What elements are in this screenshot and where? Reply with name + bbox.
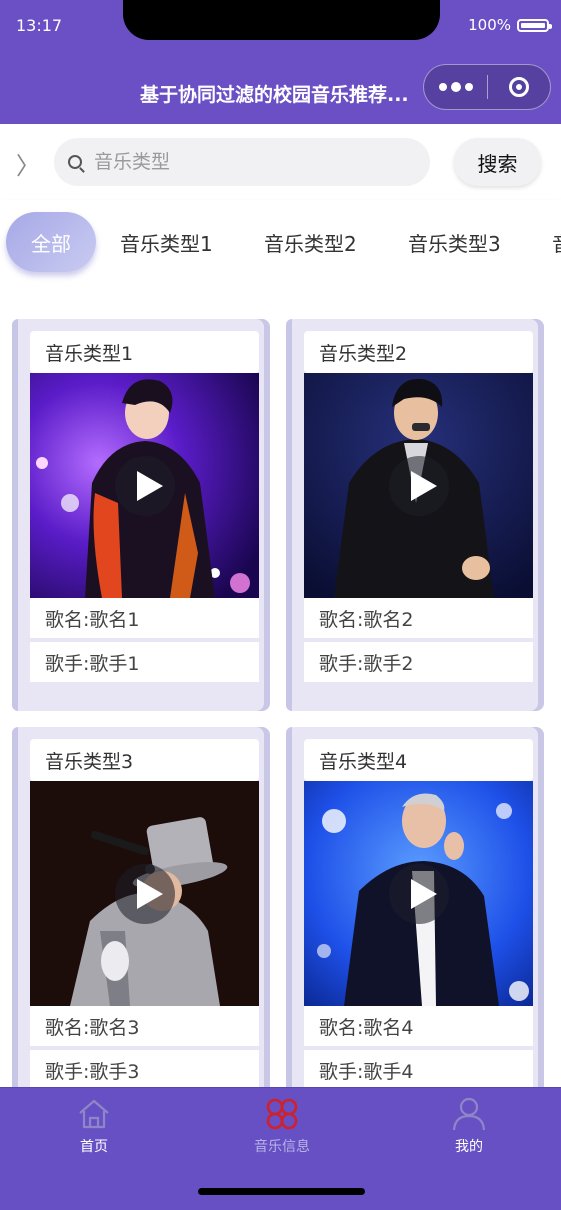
singer-photo[interactable] xyxy=(304,781,533,1006)
home-icon xyxy=(79,1099,109,1129)
card-singer-name: 歌手:歌手1 xyxy=(30,642,259,682)
user-icon xyxy=(452,1097,486,1131)
battery-icon xyxy=(517,18,552,32)
nav-item-home[interactable]: 首页 xyxy=(34,1096,154,1156)
top-bar: 13:17 100% 基于协同过滤的校园音乐推荐... xyxy=(0,0,561,124)
singer-photo[interactable] xyxy=(304,373,533,598)
card-genre: 音乐类型3 xyxy=(30,739,259,781)
card-genre: 音乐类型2 xyxy=(304,331,533,373)
music-card[interactable]: 音乐类型4 歌名:歌名4 歌手:歌手4 xyxy=(286,727,544,1088)
card-singer-name: 歌手:歌手4 xyxy=(304,1050,533,1088)
tab-genre-4[interactable]: 音乐类型4 xyxy=(552,212,561,272)
tab-genre-1[interactable]: 音乐类型1 xyxy=(120,212,213,272)
home-indicator xyxy=(198,1188,365,1195)
play-icon[interactable] xyxy=(388,455,449,516)
nav-label-mine: 我的 xyxy=(455,1139,483,1155)
music-grid: 音乐类型1 歌名:歌名1 歌手:歌手1 音乐类型2 歌名:歌名2 歌手:歌手2 … xyxy=(0,288,561,1088)
search-bar: 〉 搜索 xyxy=(0,124,561,200)
device-notch xyxy=(123,0,440,40)
play-icon[interactable] xyxy=(388,863,449,924)
music-card[interactable]: 音乐类型2 歌名:歌名2 歌手:歌手2 xyxy=(286,319,544,711)
singer-photo[interactable] xyxy=(30,781,259,1006)
play-icon[interactable] xyxy=(114,863,175,924)
mini-program-capsule xyxy=(423,64,551,110)
music-card[interactable]: 音乐类型3 歌名:歌名3 歌手:歌手3 xyxy=(12,727,270,1088)
close-program-button[interactable] xyxy=(488,77,550,97)
nav-label-home: 首页 xyxy=(80,1139,108,1155)
search-input[interactable] xyxy=(92,150,396,174)
card-song-name: 歌名:歌名1 xyxy=(30,598,259,638)
nav-item-music[interactable]: 音乐信息 xyxy=(222,1096,342,1156)
chevron-right-icon[interactable]: 〉 xyxy=(16,146,40,181)
singer-photo[interactable] xyxy=(30,373,259,598)
nav-label-music: 音乐信息 xyxy=(254,1139,310,1155)
status-battery: 100% xyxy=(468,16,552,34)
search-box xyxy=(54,138,430,186)
card-genre: 音乐类型4 xyxy=(304,739,533,781)
card-genre: 音乐类型1 xyxy=(30,331,259,373)
card-song-name: 歌名:歌名2 xyxy=(304,598,533,638)
tab-genre-2[interactable]: 音乐类型2 xyxy=(264,212,357,272)
card-song-name: 歌名:歌名4 xyxy=(304,1006,533,1046)
tab-all[interactable]: 全部 xyxy=(6,212,96,272)
target-icon xyxy=(508,77,529,97)
battery-percent: 100% xyxy=(468,16,511,34)
tab-genre-3[interactable]: 音乐类型3 xyxy=(408,212,501,272)
category-tabs: 全部 音乐类型1 音乐类型2 音乐类型3 音乐类型4 xyxy=(0,200,561,288)
more-options-button[interactable] xyxy=(424,81,487,92)
nav-item-mine[interactable]: 我的 xyxy=(409,1096,529,1156)
card-song-name: 歌名:歌名3 xyxy=(30,1006,259,1046)
music-card[interactable]: 音乐类型1 歌名:歌名1 歌手:歌手1 xyxy=(12,319,270,711)
search-button[interactable]: 搜索 xyxy=(454,138,541,186)
play-icon[interactable] xyxy=(114,455,175,516)
card-singer-name: 歌手:歌手3 xyxy=(30,1050,259,1088)
four-petal-icon xyxy=(266,1098,298,1130)
status-time: 13:17 xyxy=(16,16,63,35)
card-singer-name: 歌手:歌手2 xyxy=(304,642,533,682)
search-icon xyxy=(68,155,82,169)
page-title: 基于协同过滤的校园音乐推荐... xyxy=(140,84,409,106)
